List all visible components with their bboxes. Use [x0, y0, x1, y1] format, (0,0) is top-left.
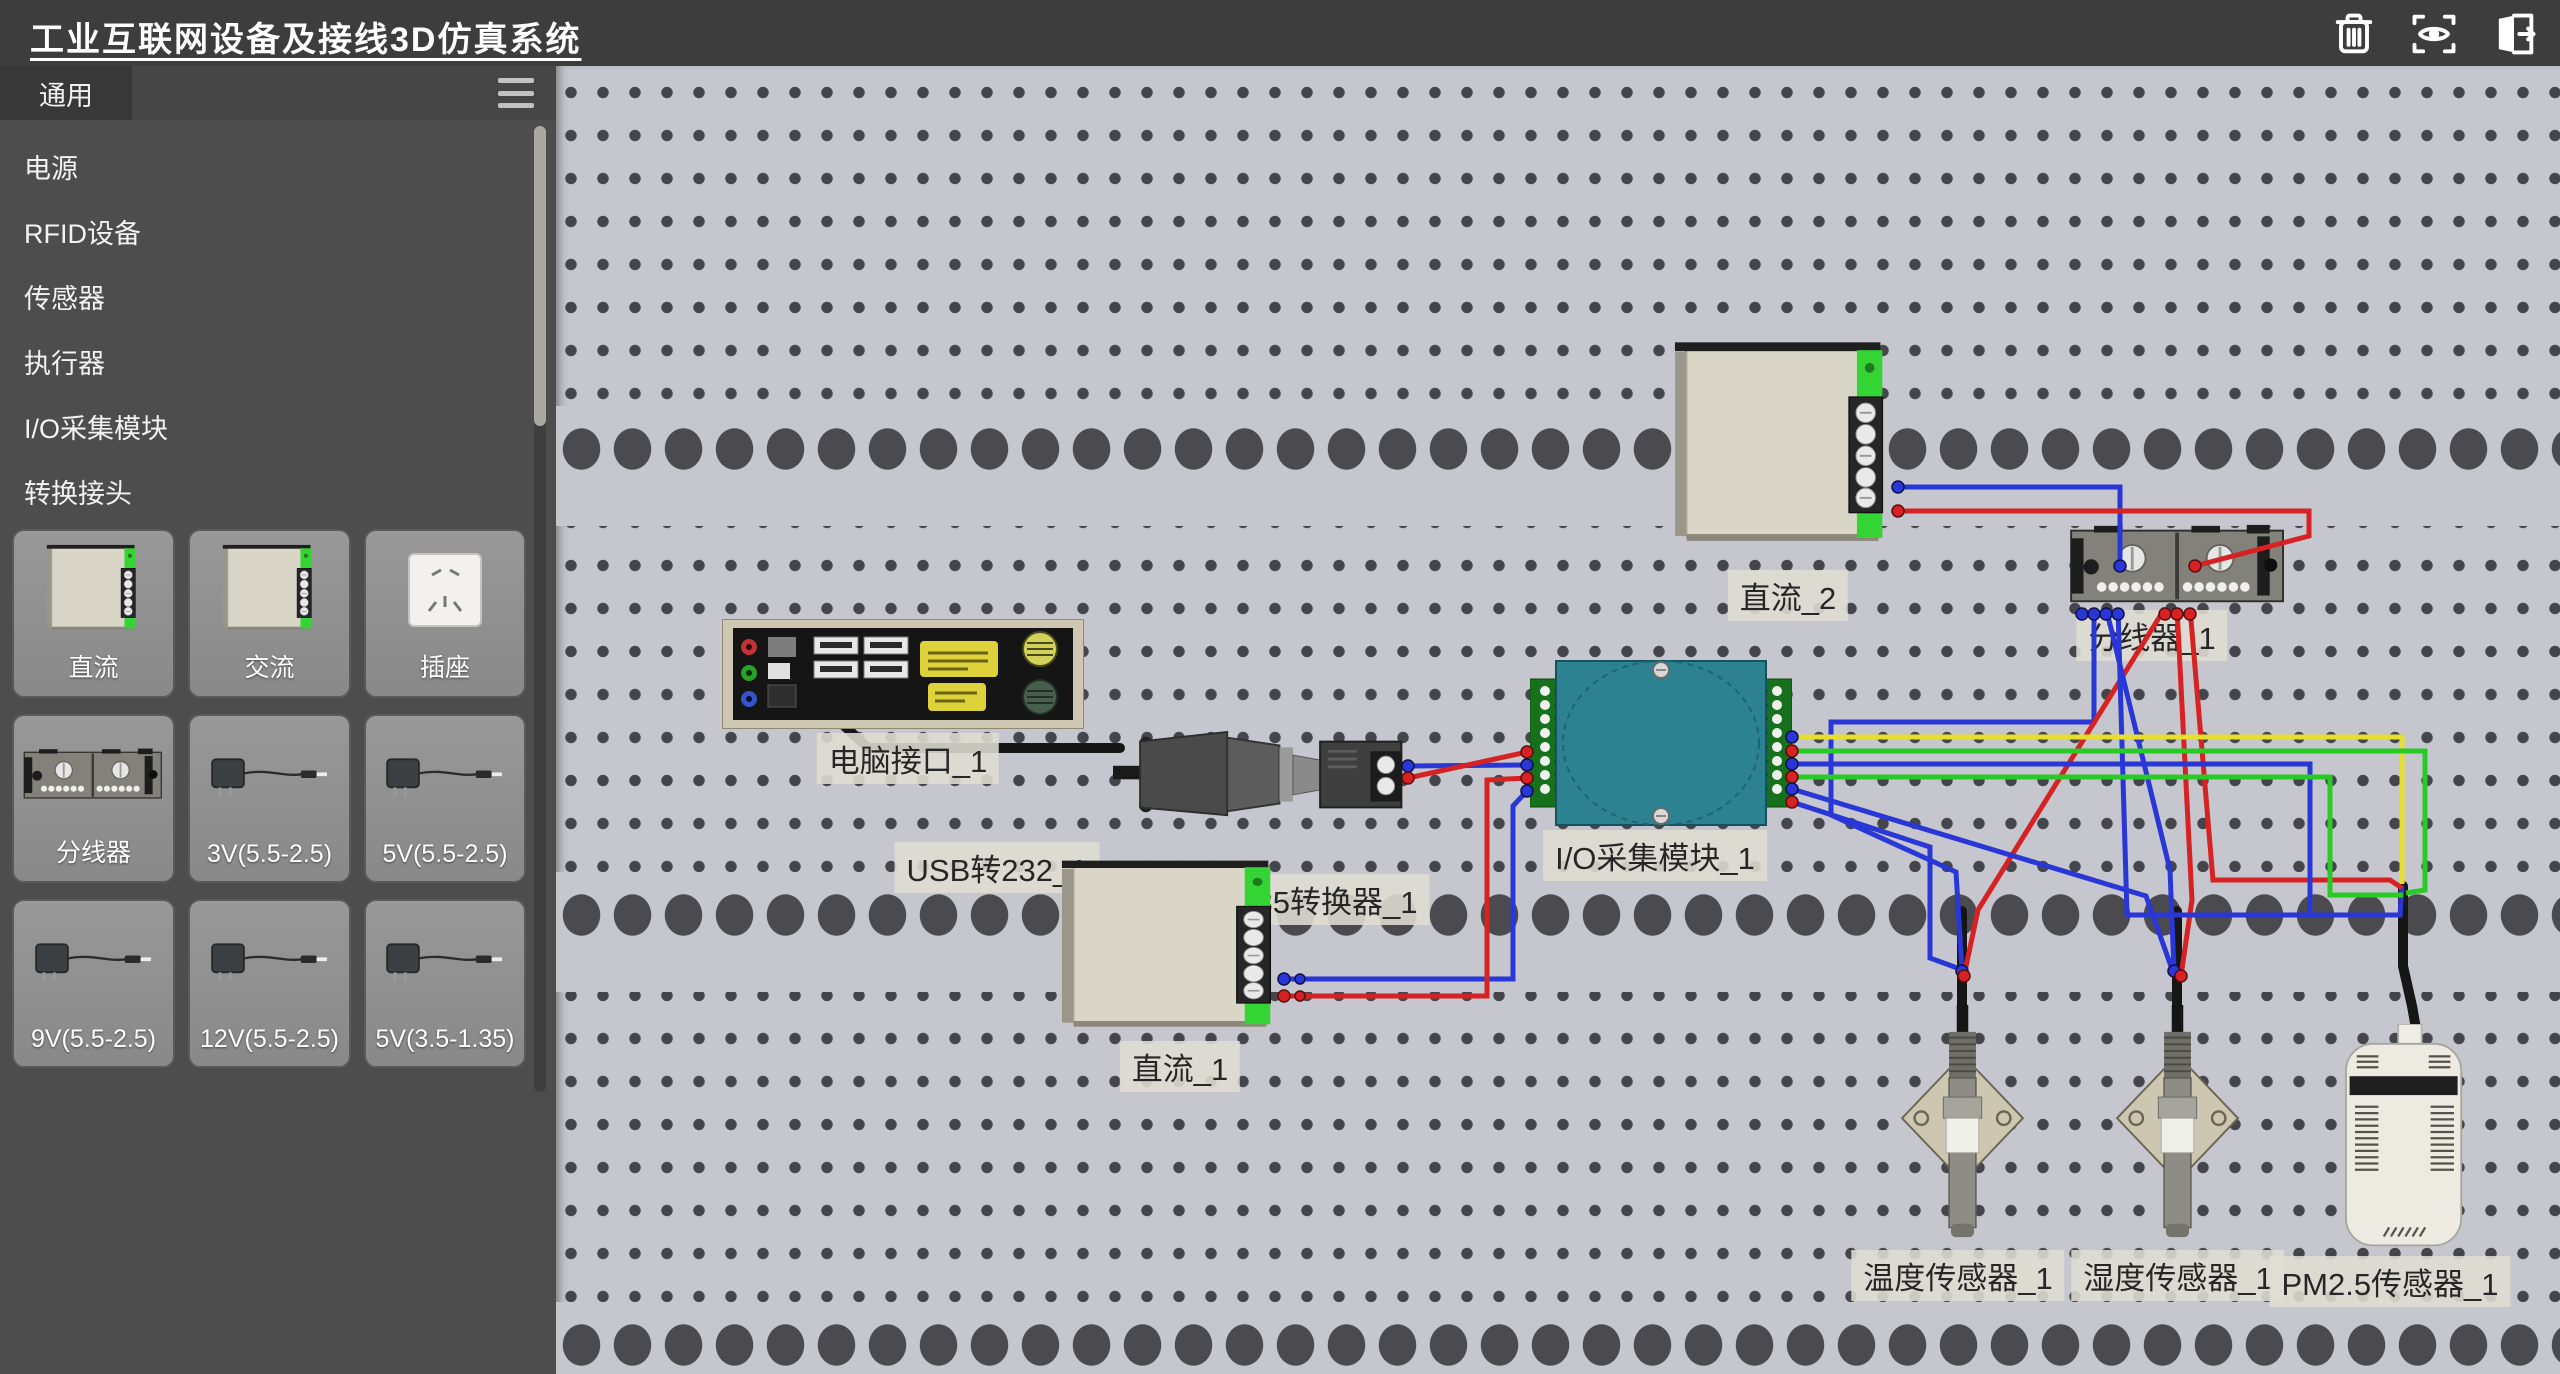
device-pc-interface-1[interactable] — [722, 619, 1084, 729]
device-label[interactable]: PM2.5传感器_1 — [2269, 1256, 2510, 1307]
sidebar-item-power[interactable]: 电源 — [0, 134, 520, 199]
device-io-module-1[interactable] — [1530, 655, 1792, 831]
exit-icon — [2488, 8, 2540, 60]
adapter-icon — [190, 901, 349, 1025]
view-button[interactable] — [2406, 6, 2462, 62]
device-temp-sensor-1[interactable] — [1895, 1005, 2030, 1240]
device-label[interactable]: 温度传感器_1 — [1851, 1250, 2064, 1301]
socket-icon — [366, 531, 524, 648]
adapter-icon — [366, 901, 524, 1025]
palette-item-5v-135[interactable]: 5V(3.5-1.35) — [364, 899, 526, 1068]
sidebar-item-sensor[interactable]: 传感器 — [0, 264, 520, 329]
sidebar-tabstrip: 通用 — [0, 66, 556, 120]
device-palette: 直流 交流 插座 分线器 3V(5.5-2.5) 5V(5.5-2.5) 9V(… — [12, 529, 526, 1068]
device-label[interactable]: I/O采集模块_1 — [1543, 830, 1767, 881]
top-bar: 工业互联网设备及接线3D仿真系统 — [0, 0, 2560, 66]
device-dc-1[interactable] — [1060, 859, 1286, 1039]
trash-icon — [2328, 8, 2380, 60]
menu-icon[interactable] — [498, 78, 534, 108]
palette-item-12v[interactable]: 12V(5.5-2.5) — [188, 899, 351, 1068]
sidebar-item-rfid[interactable]: RFID设备 — [0, 199, 520, 264]
app-title: 工业互联网设备及接线3D仿真系统 — [30, 12, 581, 61]
device-splitter-1[interactable] — [2068, 523, 2290, 607]
palette-item-5v[interactable]: 5V(5.5-2.5) — [364, 714, 526, 883]
device-label[interactable]: 湿度传感器_1 — [2071, 1250, 2284, 1301]
dc-psu-icon — [14, 531, 173, 648]
sidebar-item-adapter[interactable]: 转换接头 — [0, 459, 520, 524]
device-label[interactable]: 电脑接口_1 — [817, 733, 999, 784]
device-label[interactable]: 直流_2 — [1728, 570, 1848, 621]
device-dc-2[interactable] — [1673, 339, 1898, 557]
pegboard-hole-row — [556, 406, 2560, 526]
adapter-icon — [366, 716, 524, 840]
palette-item-9v[interactable]: 9V(5.5-2.5) — [12, 899, 175, 1068]
device-rs232-to-485-converter-1[interactable] — [1113, 726, 1413, 823]
palette-item-dc[interactable]: 直流 — [12, 529, 175, 698]
pegboard-hole-row — [556, 872, 2560, 992]
splitter-icon — [14, 716, 173, 833]
adapter-icon — [190, 716, 349, 840]
scrollbar-thumb[interactable] — [534, 126, 546, 426]
adapter-icon — [14, 901, 173, 1025]
delete-button[interactable] — [2326, 6, 2382, 62]
ac-psu-icon — [190, 531, 349, 648]
sidebar-item-io-module[interactable]: I/O采集模块 — [0, 394, 520, 459]
pegboard-hole-row — [556, 1302, 2560, 1374]
device-label[interactable]: 分线器_1 — [2076, 610, 2227, 661]
device-label[interactable]: 直流_1 — [1120, 1041, 1240, 1092]
eye-scan-icon — [2408, 8, 2460, 60]
palette-item-3v[interactable]: 3V(5.5-2.5) — [188, 714, 351, 883]
exit-button[interactable] — [2486, 6, 2542, 62]
toolbar — [2326, 6, 2542, 62]
device-humidity-sensor-1[interactable] — [2110, 1005, 2245, 1240]
tab-general[interactable]: 通用 — [0, 66, 132, 120]
device-pm25-sensor-1[interactable] — [2337, 1018, 2472, 1255]
palette-item-splitter[interactable]: 分线器 — [12, 714, 175, 883]
category-list: 电源 RFID设备 传感器 执行器 I/O采集模块 转换接头 — [0, 134, 520, 524]
palette-item-socket[interactable]: 插座 — [364, 529, 526, 698]
simulation-canvas[interactable]: 直流_2 分线器_1 电脑接口_1 USB转232_1 RS232转485转换器… — [556, 66, 2560, 1374]
sidebar: 通用 电源 RFID设备 传感器 执行器 I/O采集模块 转换接头 直流 交流 … — [0, 66, 556, 1374]
palette-item-ac[interactable]: 交流 — [188, 529, 351, 698]
sidebar-scrollbar[interactable] — [534, 126, 546, 1092]
sidebar-item-actuator[interactable]: 执行器 — [0, 329, 520, 394]
